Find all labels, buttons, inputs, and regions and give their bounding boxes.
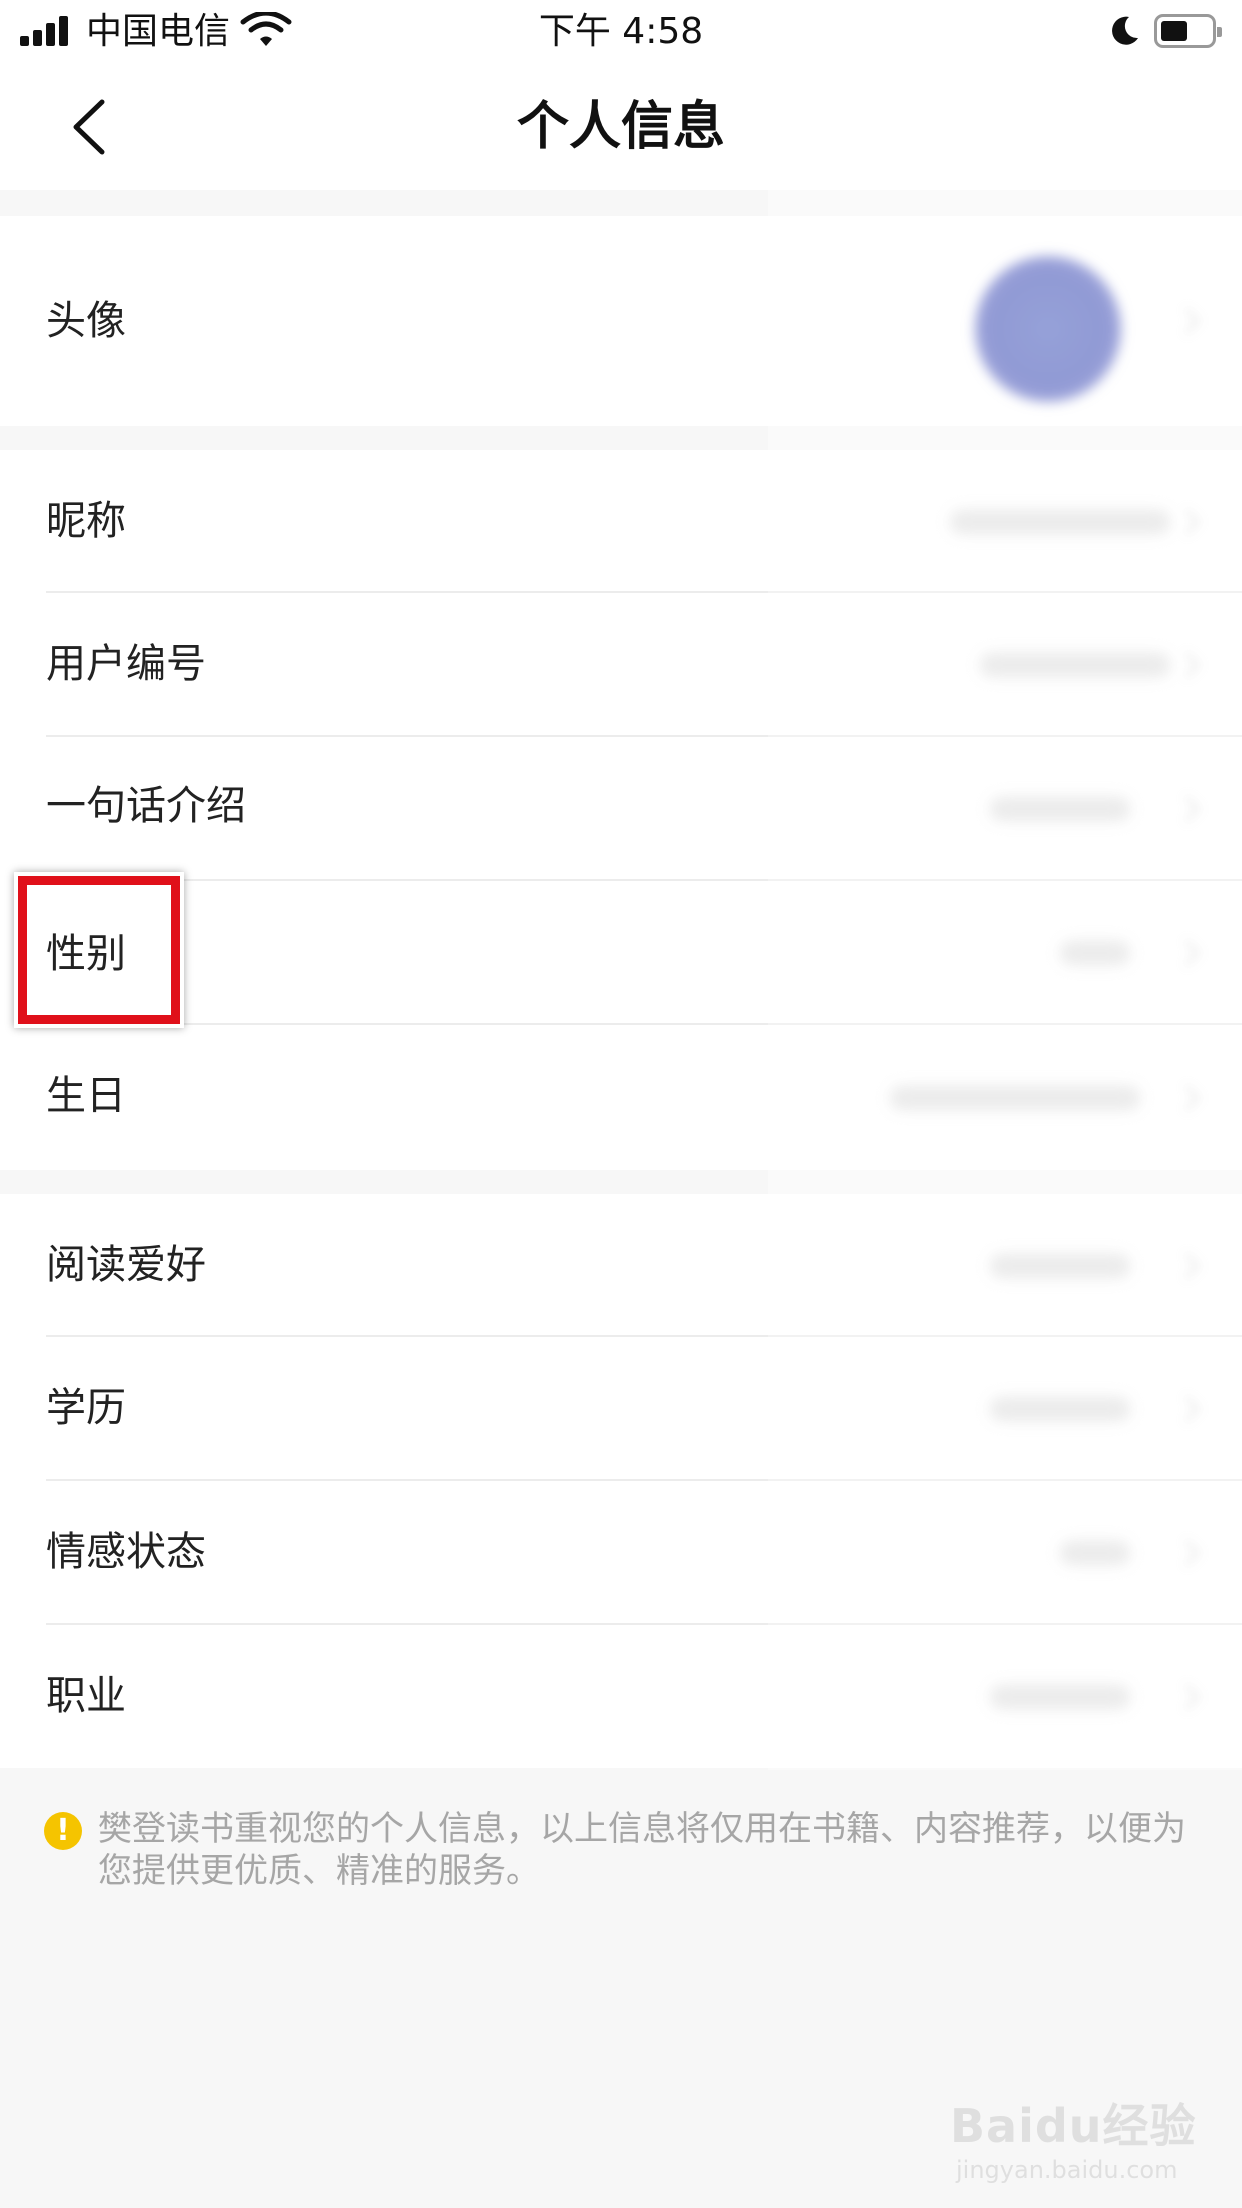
status-bar: 中国电信 下午 4:58 [0, 0, 1242, 64]
birthday-row[interactable]: 生日 [0, 1025, 1242, 1170]
watermark-logo: Baidu经验 [950, 2099, 1197, 2153]
avatar [975, 256, 1121, 402]
baidu-watermark: Baidu经验 jingyan.baidu.com [950, 2080, 1220, 2200]
occupation-label: 职业 [46, 1673, 126, 1719]
chevron-right-icon [1184, 508, 1201, 535]
occupation-row[interactable]: 职业 [0, 1625, 1242, 1768]
chevron-right-icon [1184, 307, 1201, 335]
gender-row[interactable]: 性别 [0, 881, 1242, 1025]
intro-label: 一句话介绍 [46, 783, 246, 829]
education-value [990, 1397, 1130, 1421]
nav-bar: 个人信息 [0, 64, 1242, 190]
basic-info-group: 昵称 用户编号 一句话介绍 性别 生日 [0, 450, 1242, 1170]
nickname-value [950, 509, 1170, 534]
nickname-label: 昵称 [46, 498, 126, 544]
avatar-row[interactable]: 头像 [0, 216, 1242, 426]
warning-icon: ! [44, 1812, 82, 1850]
education-label: 学历 [46, 1385, 126, 1431]
moon-icon [1112, 16, 1138, 45]
birthday-value [890, 1085, 1140, 1110]
chevron-right-icon [1184, 1683, 1201, 1710]
reading-row[interactable]: 阅读爱好 [0, 1194, 1242, 1337]
avatar-label: 头像 [46, 298, 126, 344]
birthday-label: 生日 [46, 1073, 126, 1119]
chevron-right-icon [1184, 651, 1201, 679]
user-id-row[interactable]: 用户编号 [0, 593, 1242, 737]
occupation-value [990, 1684, 1130, 1709]
watermark-url: jingyan.baidu.com [956, 2156, 1178, 2184]
page-title: 个人信息 [516, 97, 725, 157]
gender-value [1060, 941, 1130, 965]
notice-text: 樊登读书重视您的个人信息，以上信息将仅用在书籍、内容推荐，以便为您提供更优质、精… [98, 1809, 1186, 1891]
user-id-label: 用户编号 [46, 641, 206, 687]
reading-value [990, 1253, 1130, 1278]
reading-label: 阅读爱好 [46, 1242, 206, 1288]
intro-value [990, 797, 1130, 821]
chevron-right-icon [1184, 1539, 1201, 1567]
chevron-right-icon [1184, 1395, 1201, 1423]
preferences-group: 阅读爱好 学历 情感状态 职业 [0, 1194, 1242, 1768]
battery-icon [1154, 14, 1222, 48]
relationship-label: 情感状态 [46, 1529, 206, 1575]
avatar-group: 头像 [0, 216, 1242, 426]
intro-row[interactable]: 一句话介绍 [0, 737, 1242, 881]
education-row[interactable]: 学历 [0, 1337, 1242, 1481]
nickname-row[interactable]: 昵称 [0, 450, 1242, 593]
chevron-right-icon [1184, 795, 1201, 823]
chevron-right-icon [1184, 1084, 1201, 1111]
highlight-box [18, 876, 180, 1024]
user-id-value [980, 653, 1170, 677]
relationship-value [1060, 1541, 1130, 1565]
chevron-right-icon [1184, 1252, 1201, 1279]
chevron-right-icon [1184, 939, 1201, 967]
relationship-row[interactable]: 情感状态 [0, 1481, 1242, 1625]
clock: 下午 4:58 [538, 11, 704, 52]
